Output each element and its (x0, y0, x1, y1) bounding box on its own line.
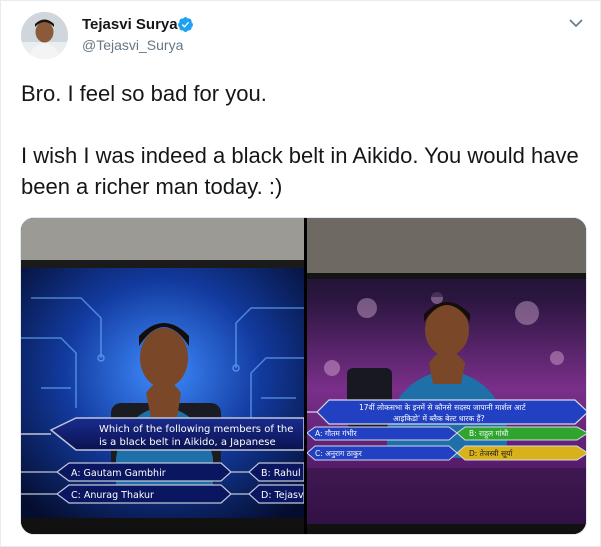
right-option-d: D: तेजस्वी सूर्या (469, 449, 513, 459)
right-question-line1: 17वीं लोकसभा के इनमें से कौनसे सदस्य जाप… (359, 403, 526, 412)
tweet-card: Tejasvi Surya @Tejasvi_Surya Bro. I feel… (0, 0, 601, 547)
left-option-a: A: Gautam Gambhir (71, 468, 166, 479)
right-question-line2: आइकिडो' में ब्लैक बेल्ट धारक हैं? (393, 414, 485, 423)
tweet-text: Bro. I feel so bad for you. I wish I was… (21, 78, 586, 202)
right-option-a: A: गौतम गंभीर (315, 429, 358, 438)
avatar[interactable] (21, 12, 68, 59)
left-option-c: C: Anurag Thakur (71, 490, 154, 501)
verified-badge-icon (178, 17, 193, 32)
tweet-text-line2: I wish I was indeed a black belt in Aiki… (21, 143, 579, 199)
right-option-c: C: अनुराग ठाकुर (315, 449, 363, 459)
media-grid: Which of the following members of the is… (20, 217, 587, 535)
left-option-b: B: Rahul ( (261, 468, 304, 479)
photo-hindi-kbc[interactable]: 17वीं लोकसभा के इनमें से कौनसे सदस्य जाप… (307, 218, 586, 534)
left-question-line2: is a black belt in Aikido, a Japanese (99, 437, 276, 448)
chevron-down-icon[interactable] (568, 15, 584, 31)
author-name[interactable]: Tejasvi Surya (82, 16, 178, 33)
left-question-line1: Which of the following members of the (99, 424, 293, 435)
tweet-text-line1: Bro. I feel so bad for you. (21, 81, 267, 106)
left-option-d: D: Tejasv (261, 490, 304, 501)
photo-english-kbc[interactable]: Which of the following members of the is… (21, 218, 304, 534)
right-option-b: B: राहुल गांधी (469, 429, 509, 439)
author-handle[interactable]: @Tejasvi_Surya (82, 37, 183, 53)
